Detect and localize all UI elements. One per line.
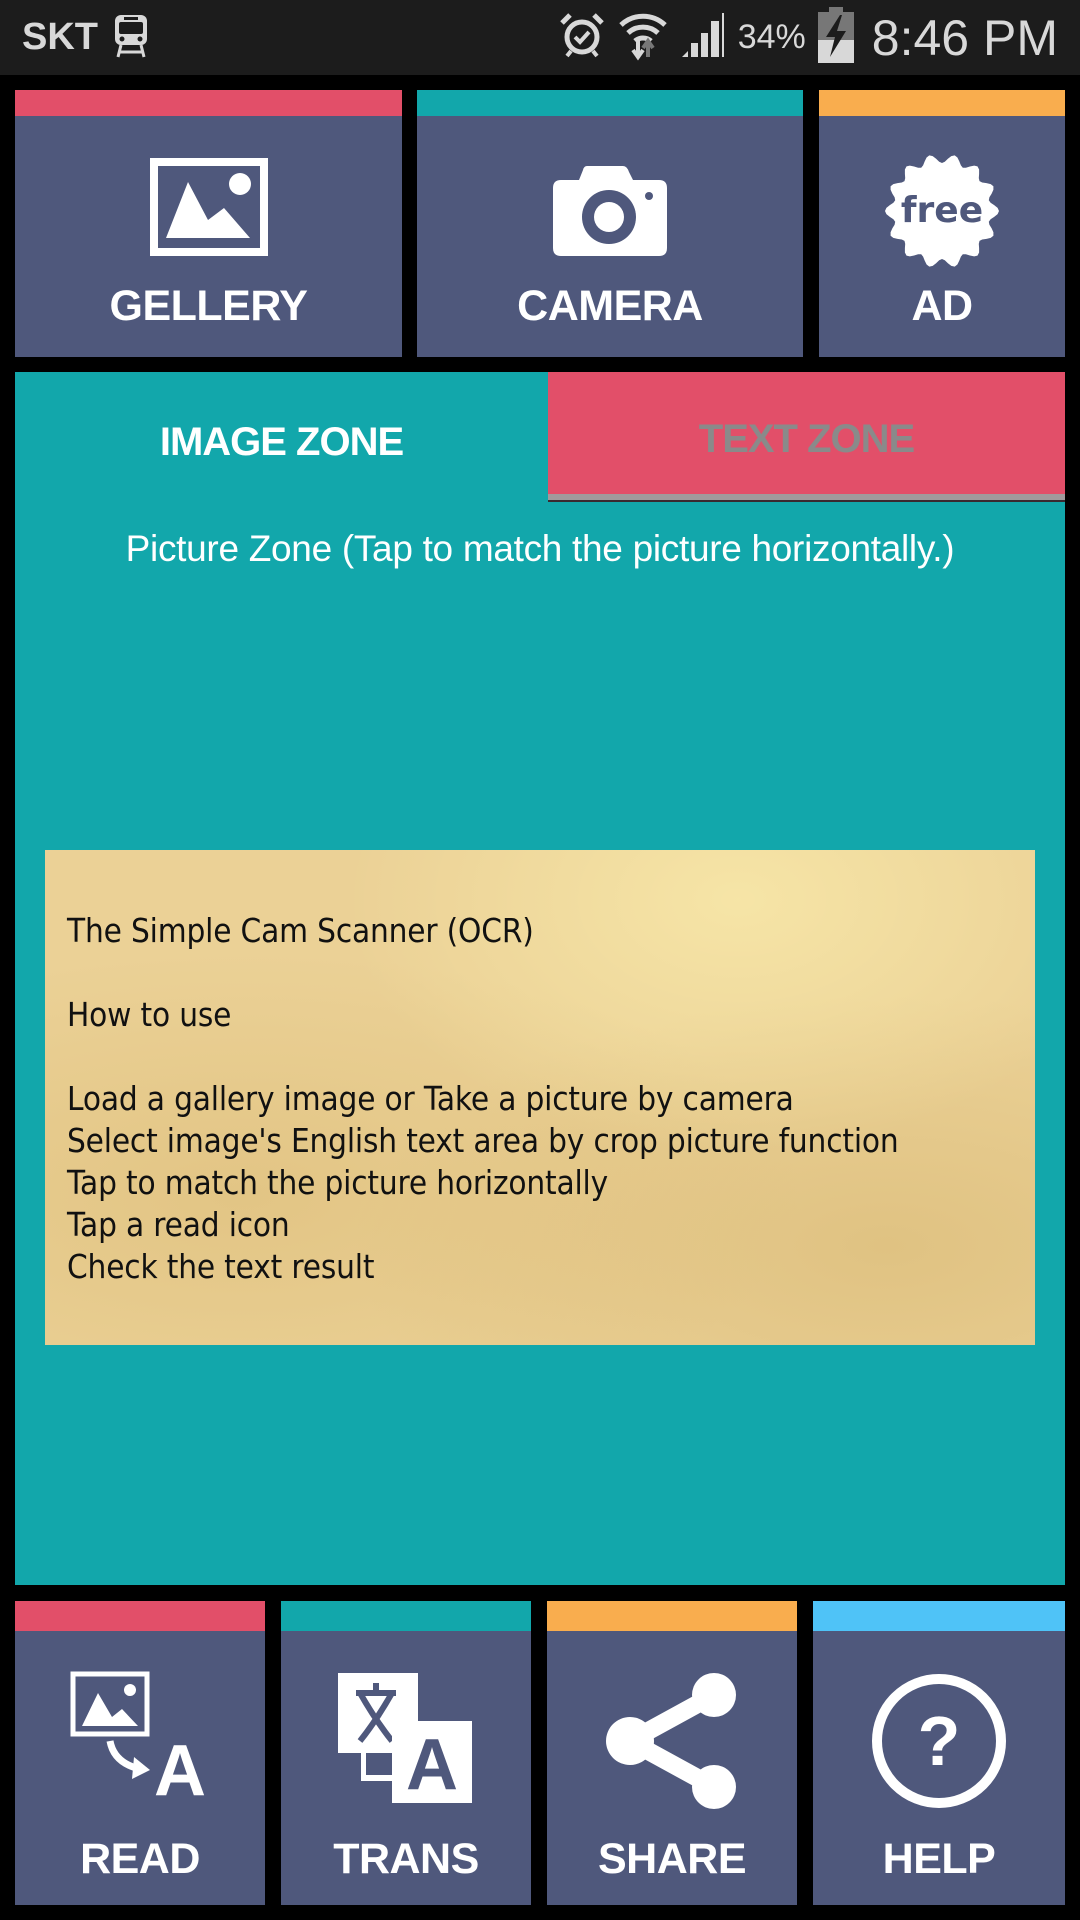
tab-text-zone[interactable]: TEXT ZONE <box>548 372 1065 494</box>
train-icon <box>112 11 150 64</box>
svg-text:?: ? <box>918 1702 961 1780</box>
accent-strip <box>547 1601 797 1631</box>
trans-label: TRANS <box>333 1835 479 1883</box>
picture-text-line: Select image's English text area by crop… <box>67 1121 899 1160</box>
camera-button[interactable]: CAMERA <box>417 90 803 357</box>
signal-icon <box>680 11 726 64</box>
carrier-name: SKT <box>22 16 98 58</box>
share-button[interactable]: SHARE <box>547 1601 797 1905</box>
picture-text-line: Tap to match the picture horizontally <box>67 1163 609 1202</box>
help-label: HELP <box>882 1835 996 1883</box>
read-ocr-icon: A <box>70 1671 210 1811</box>
picture-preview[interactable]: The Simple Cam Scanner (OCR) How to use Lo… <box>45 850 1035 1345</box>
alarm-icon <box>558 11 606 64</box>
ad-button[interactable]: free AD <box>819 90 1065 357</box>
share-label: SHARE <box>597 1835 747 1883</box>
gallery-label: GELLERY <box>109 282 308 330</box>
camera-icon <box>551 162 669 263</box>
share-icon <box>602 1671 742 1816</box>
read-label: READ <box>80 1835 200 1883</box>
ad-label: AD <box>911 282 973 330</box>
picture-zone-hint: Picture Zone (Tap to match the picture h… <box>125 528 955 569</box>
svg-text:A: A <box>406 1725 458 1803</box>
battery-percent: 34% <box>737 18 806 56</box>
camera-label: CAMERA <box>517 282 703 330</box>
tab-indicator <box>548 494 1065 502</box>
picture-text-line: Tap a read icon <box>67 1205 290 1244</box>
svg-text:free: free <box>901 190 983 231</box>
read-button[interactable]: A READ <box>15 1601 265 1905</box>
accent-strip <box>281 1601 531 1631</box>
battery-charging-icon <box>817 7 854 68</box>
clock: 8:46 PM <box>871 9 1058 66</box>
help-button[interactable]: ? HELP <box>813 1601 1065 1905</box>
image-zone-panel: IMAGE ZONE TEXT ZONE Picture Zone (Tap t… <box>15 372 1065 1585</box>
translate-icon: A <box>336 1671 476 1808</box>
accent-strip <box>813 1601 1065 1631</box>
svg-text:A: A <box>154 1731 206 1801</box>
accent-strip <box>417 90 803 116</box>
gallery-button[interactable]: GELLERY <box>15 90 402 357</box>
status-bar: SKT 34% 8:46 PM <box>0 0 1080 75</box>
free-badge-icon: free <box>883 152 1001 275</box>
help-icon: ? <box>869 1671 1009 1816</box>
gallery-icon <box>149 158 268 261</box>
trans-button[interactable]: A TRANS <box>281 1601 531 1905</box>
picture-text-line: Check the text result <box>67 1247 375 1286</box>
accent-strip <box>819 90 1065 116</box>
picture-text-line: Load a gallery image or Take a picture b… <box>67 1079 794 1118</box>
accent-strip <box>15 1601 265 1631</box>
picture-text-line: The Simple Cam Scanner (OCR) <box>67 911 534 950</box>
picture-text-line: How to use <box>67 995 232 1034</box>
tab-image-zone[interactable]: IMAGE ZONE <box>15 372 548 500</box>
wifi-icon <box>618 9 668 66</box>
accent-strip <box>15 90 402 116</box>
